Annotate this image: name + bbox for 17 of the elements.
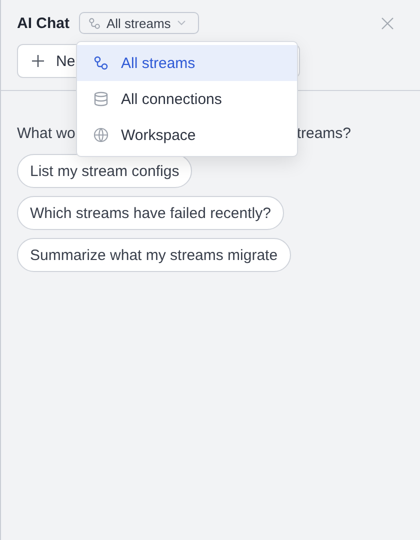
menu-item[interactable]: All connections — [77, 81, 297, 117]
database-icon — [93, 91, 109, 107]
menu-item[interactable]: Workspace — [77, 117, 297, 153]
suggestion-chip[interactable]: List my stream configs — [17, 154, 192, 188]
scope-select[interactable]: All streams — [78, 12, 198, 34]
streams-icon — [93, 55, 109, 71]
panel-title: AI Chat — [17, 14, 70, 32]
suggestion-chip[interactable]: Summarize what my streams migrate — [17, 238, 291, 272]
close-icon[interactable] — [381, 16, 394, 30]
menu-item[interactable]: All streams — [77, 45, 297, 81]
question-text: treams? — [296, 125, 351, 142]
suggestion-chip[interactable]: Which streams have failed recently? — [17, 196, 284, 230]
chevron-icon — [176, 20, 186, 26]
plus-icon — [32, 55, 44, 67]
question-text: What wo — [17, 125, 76, 142]
streams-icon — [88, 16, 100, 30]
globe-icon — [93, 127, 109, 143]
